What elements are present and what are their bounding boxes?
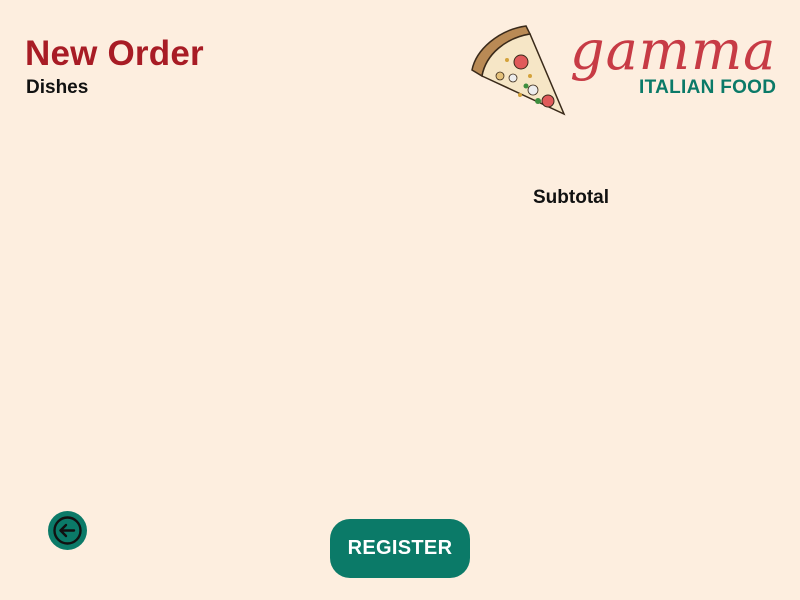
brand-subtitle: ITALIAN FOOD — [639, 77, 777, 98]
subtotal-label: Subtotal — [533, 187, 609, 208]
dishes-label: Dishes — [26, 77, 89, 98]
pizza-slice-icon — [471, 25, 566, 116]
back-button[interactable] — [48, 511, 87, 550]
brand-logo: gamma ITALIAN FOOD — [468, 20, 788, 120]
brand-wordmark: gamma — [570, 19, 777, 82]
page-title: New Order — [25, 34, 204, 73]
arrow-left-circle-icon — [53, 516, 82, 545]
register-button[interactable]: REGISTER — [330, 519, 470, 578]
